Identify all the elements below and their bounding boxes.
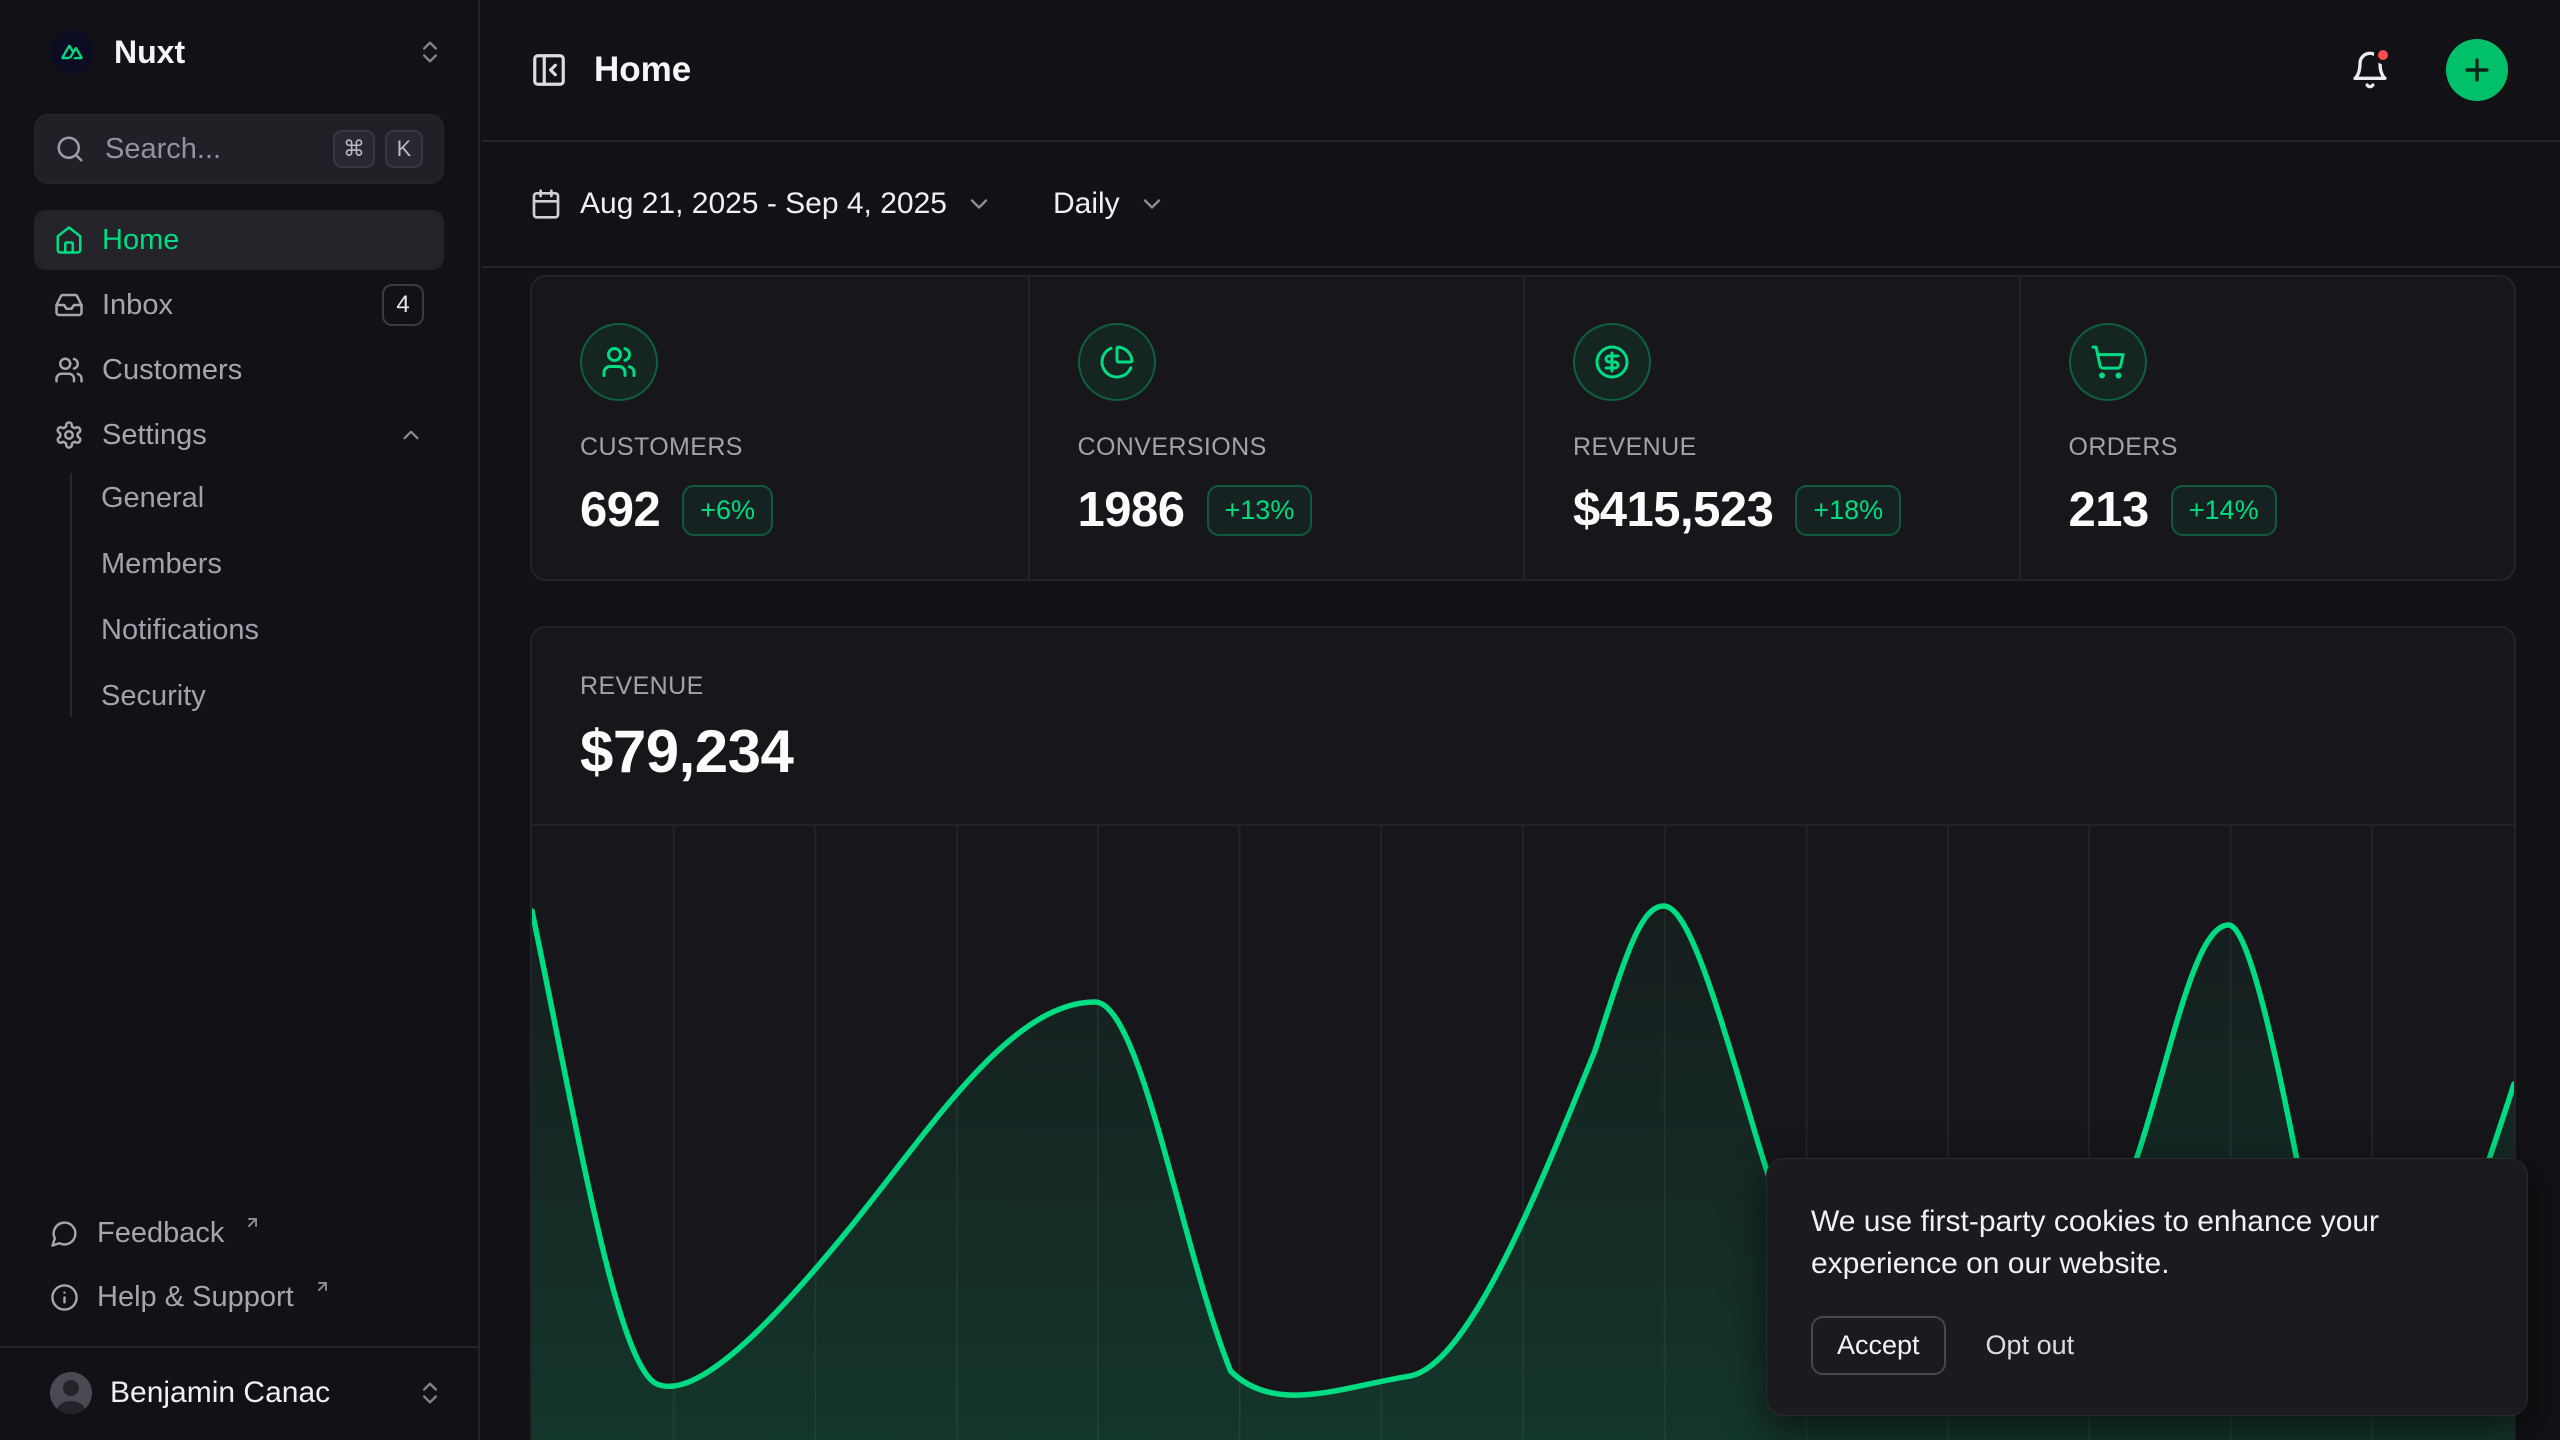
help-support-label: Help & Support [97, 1281, 294, 1314]
search-icon [55, 134, 85, 164]
sub-item-label: Members [101, 548, 222, 581]
panel-collapse-icon[interactable] [530, 51, 568, 89]
page-title: Home [594, 50, 2324, 90]
search-input[interactable]: Search... ⌘ K [34, 114, 444, 184]
sidebar: Nuxt Search... ⌘ K Home Inbox 4 Customer… [0, 0, 480, 1440]
avatar [50, 1372, 92, 1414]
search-shortcut: ⌘ K [333, 130, 423, 168]
inbox-icon [54, 290, 84, 320]
user-menu[interactable]: Benjamin Canac [0, 1346, 478, 1440]
notifications-button[interactable] [2350, 50, 2390, 90]
sidebar-item-home[interactable]: Home [34, 210, 444, 270]
dollar-circle-icon [1573, 323, 1651, 401]
stats-panel: CUSTOMERS 692 +6% CONVERSIONS 1986 +13% [530, 275, 2516, 581]
stat-value: 213 [2069, 482, 2149, 538]
message-bubble-icon [50, 1219, 79, 1248]
notification-dot [2374, 46, 2392, 64]
sidebar-item-customers[interactable]: Customers [34, 340, 444, 400]
stat-delta-badge: +18% [1795, 485, 1901, 536]
stat-label: CONVERSIONS [1078, 433, 1476, 462]
stat-conversions[interactable]: CONVERSIONS 1986 +13% [1028, 277, 1524, 581]
pie-chart-icon [1078, 323, 1156, 401]
sidebar-item-label: Settings [102, 419, 380, 452]
add-button[interactable] [2446, 39, 2508, 101]
stat-delta-badge: +13% [1207, 485, 1313, 536]
filters-toolbar: Aug 21, 2025 - Sep 4, 2025 Daily [482, 142, 2560, 268]
sidebar-item-inbox[interactable]: Inbox 4 [34, 275, 444, 335]
external-link-icon [314, 1278, 331, 1295]
page-header: Home [482, 0, 2560, 142]
sub-item-label: Security [101, 680, 206, 713]
calendar-icon [530, 188, 562, 220]
stat-value: 692 [580, 482, 660, 538]
sidebar-item-settings[interactable]: Settings [34, 405, 444, 465]
sidebar-footer: Feedback Help & Support [0, 1204, 478, 1336]
inbox-count-badge: 4 [382, 284, 424, 326]
stat-customers[interactable]: CUSTOMERS 692 +6% [532, 277, 1028, 581]
sidebar-item-general[interactable]: General [34, 467, 444, 529]
feedback-link[interactable]: Feedback [34, 1204, 444, 1262]
sidebar-item-security[interactable]: Security [34, 665, 444, 727]
sub-item-label: General [101, 482, 204, 515]
revenue-chart-label: REVENUE [580, 672, 2466, 701]
shopping-cart-icon [2069, 323, 2147, 401]
stat-label: ORDERS [2069, 433, 2467, 462]
kbd-k: K [385, 130, 423, 168]
stat-label: CUSTOMERS [580, 433, 980, 462]
workspace-switcher[interactable]: Nuxt [0, 0, 478, 100]
granularity-value: Daily [1053, 187, 1120, 221]
chevron-down-icon [1138, 190, 1166, 218]
date-range-picker[interactable]: Aug 21, 2025 - Sep 4, 2025 [530, 187, 993, 221]
nuxt-logo-icon [50, 30, 94, 74]
users-icon [580, 323, 658, 401]
chevrons-up-down-icon [416, 38, 444, 66]
kbd-cmd: ⌘ [333, 130, 375, 168]
external-link-icon [244, 1214, 261, 1231]
opt-out-button[interactable]: Opt out [1984, 1324, 2077, 1367]
user-name: Benjamin Canac [110, 1376, 398, 1410]
chevrons-up-down-icon [416, 1379, 444, 1407]
help-support-link[interactable]: Help & Support [34, 1268, 444, 1326]
home-icon [54, 225, 84, 255]
gear-icon [54, 420, 84, 450]
sidebar-item-notifications[interactable]: Notifications [34, 599, 444, 661]
users-icon [54, 355, 84, 385]
settings-subnav: General Members Notifications Security [0, 467, 478, 727]
chevron-down-icon [965, 190, 993, 218]
stat-orders[interactable]: ORDERS 213 +14% [2019, 277, 2515, 581]
granularity-select[interactable]: Daily [1053, 187, 1166, 221]
chevron-up-icon [398, 422, 424, 448]
search-placeholder: Search... [105, 133, 313, 166]
revenue-chart-value: $79,234 [580, 717, 2466, 786]
cookie-consent-toast: We use first-party cookies to enhance yo… [1766, 1158, 2528, 1416]
stat-delta-badge: +14% [2171, 485, 2277, 536]
sub-item-label: Notifications [101, 614, 259, 647]
date-range-value: Aug 21, 2025 - Sep 4, 2025 [580, 187, 947, 221]
cookie-message: We use first-party cookies to enhance yo… [1811, 1201, 2451, 1284]
stat-label: REVENUE [1573, 433, 1971, 462]
sidebar-item-label: Customers [102, 354, 424, 387]
info-circle-icon [50, 1283, 79, 1312]
sidebar-nav: Home Inbox 4 Customers Settings [0, 210, 478, 465]
accept-button[interactable]: Accept [1811, 1316, 1946, 1375]
stat-revenue[interactable]: REVENUE $415,523 +18% [1523, 277, 2019, 581]
plus-icon [2460, 53, 2494, 87]
stat-delta-badge: +6% [682, 485, 773, 536]
stat-value: $415,523 [1573, 482, 1773, 538]
workspace-name: Nuxt [114, 34, 396, 71]
sidebar-item-label: Home [102, 224, 424, 257]
sidebar-item-members[interactable]: Members [34, 533, 444, 595]
feedback-label: Feedback [97, 1217, 224, 1250]
sidebar-item-label: Inbox [102, 289, 364, 322]
stat-value: 1986 [1078, 482, 1185, 538]
